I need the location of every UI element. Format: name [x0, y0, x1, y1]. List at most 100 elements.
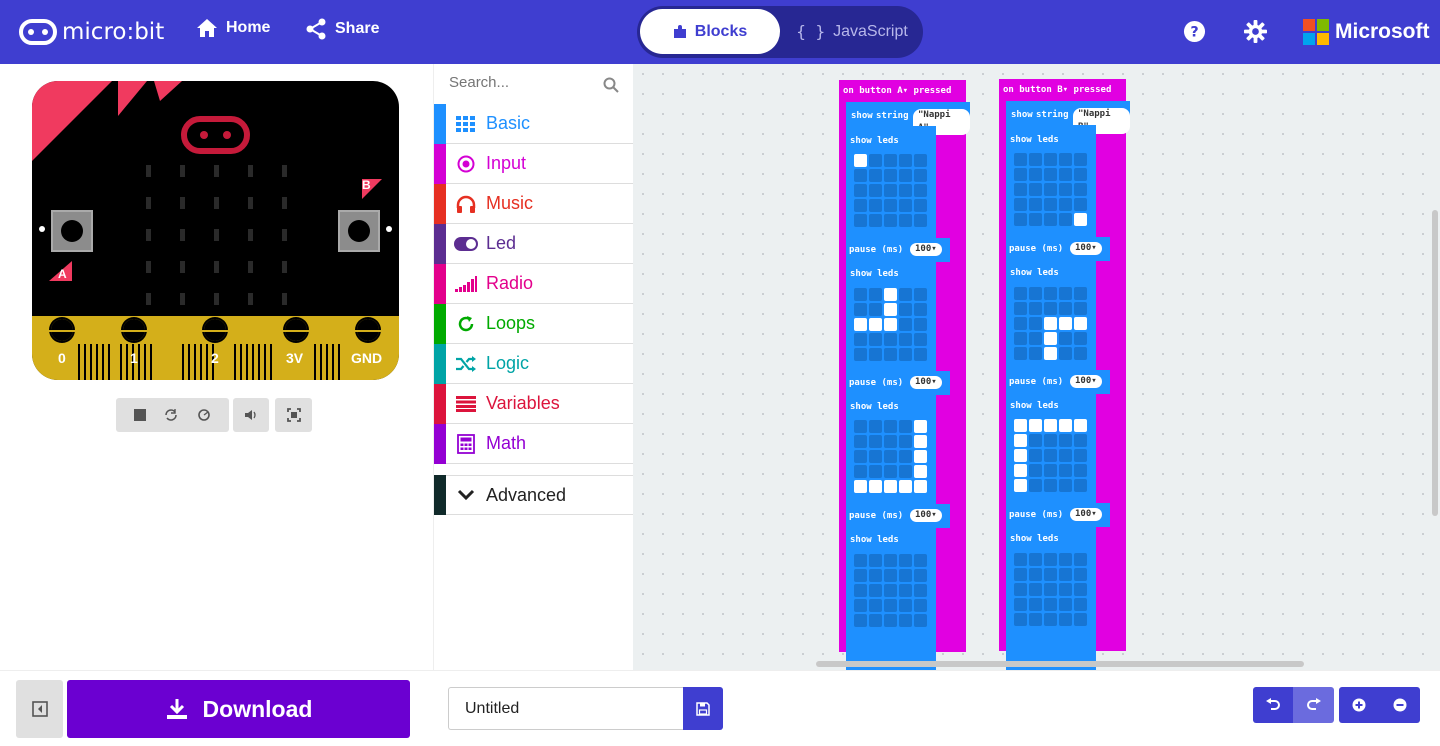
led-cell[interactable] [854, 303, 867, 316]
led-cell[interactable] [1014, 568, 1027, 581]
stop-icon[interactable] [133, 408, 147, 422]
led-cell[interactable] [1029, 598, 1042, 611]
led-cell[interactable] [1014, 198, 1027, 211]
pause-block[interactable]: pause (ms) 100▾ [846, 371, 950, 395]
collapse-simulator-button[interactable] [16, 680, 63, 738]
zoom-in-button[interactable] [1339, 687, 1379, 723]
led-cell[interactable] [914, 288, 927, 301]
led-cell[interactable] [899, 420, 912, 433]
led-cell[interactable] [884, 420, 897, 433]
led-grid[interactable] [854, 554, 927, 627]
led-cell[interactable] [1059, 317, 1072, 330]
led-cell[interactable] [1014, 287, 1027, 300]
led-cell[interactable] [1014, 613, 1027, 626]
led-cell[interactable] [1014, 419, 1027, 432]
led-cell[interactable] [1074, 449, 1087, 462]
led-cell[interactable] [1044, 332, 1057, 345]
led-cell[interactable] [854, 465, 867, 478]
led-cell[interactable] [1014, 332, 1027, 345]
led-cell[interactable] [1059, 583, 1072, 596]
led-cell[interactable] [899, 554, 912, 567]
led-cell[interactable] [1059, 183, 1072, 196]
led-grid[interactable] [854, 154, 927, 227]
led-cell[interactable] [854, 318, 867, 331]
led-cell[interactable] [1059, 302, 1072, 315]
led-cell[interactable] [1044, 613, 1057, 626]
led-cell[interactable] [1014, 464, 1027, 477]
led-grid[interactable] [854, 420, 927, 493]
led-cell[interactable] [914, 480, 927, 493]
led-cell[interactable] [854, 554, 867, 567]
fullscreen-button[interactable] [275, 398, 312, 432]
button-a[interactable] [51, 210, 93, 252]
led-cell[interactable] [899, 584, 912, 597]
led-cell[interactable] [1044, 598, 1057, 611]
pause-value[interactable]: 100▾ [1070, 242, 1102, 255]
led-cell[interactable] [869, 214, 882, 227]
led-cell[interactable] [854, 584, 867, 597]
led-cell[interactable] [884, 554, 897, 567]
led-cell[interactable] [1029, 168, 1042, 181]
led-cell[interactable] [1059, 479, 1072, 492]
led-cell[interactable] [1014, 213, 1027, 226]
led-cell[interactable] [1059, 434, 1072, 447]
microbit-logo[interactable]: micro:bit [18, 17, 164, 47]
category-logic[interactable]: Logic [434, 343, 633, 384]
led-cell[interactable] [869, 584, 882, 597]
led-cell[interactable] [884, 154, 897, 167]
category-input[interactable]: Input [434, 143, 633, 184]
led-cell[interactable] [1029, 464, 1042, 477]
led-cell[interactable] [899, 333, 912, 346]
led-cell[interactable] [854, 599, 867, 612]
led-cell[interactable] [854, 214, 867, 227]
led-cell[interactable] [1014, 598, 1027, 611]
led-cell[interactable] [1074, 568, 1087, 581]
pause-block[interactable]: pause (ms) 100▾ [846, 238, 950, 262]
led-cell[interactable] [1074, 583, 1087, 596]
led-cell[interactable] [1014, 553, 1027, 566]
pause-block[interactable]: pause (ms) 100▾ [846, 504, 950, 528]
led-cell[interactable] [1059, 464, 1072, 477]
led-cell[interactable] [869, 154, 882, 167]
led-cell[interactable] [869, 435, 882, 448]
led-cell[interactable] [899, 569, 912, 582]
led-cell[interactable] [1074, 419, 1087, 432]
led-cell[interactable] [854, 154, 867, 167]
led-cell[interactable] [1074, 302, 1087, 315]
led-cell[interactable] [854, 333, 867, 346]
pause-value[interactable]: 100▾ [1070, 508, 1102, 521]
led-cell[interactable] [1044, 434, 1057, 447]
save-button[interactable] [683, 687, 723, 730]
led-cell[interactable] [899, 435, 912, 448]
led-cell[interactable] [1014, 347, 1027, 360]
mute-button[interactable] [233, 398, 269, 432]
share-button[interactable]: Share [305, 18, 379, 40]
led-cell[interactable] [869, 303, 882, 316]
led-cell[interactable] [854, 435, 867, 448]
led-cell[interactable] [899, 199, 912, 212]
blocks-tab[interactable]: Blocks [640, 9, 780, 54]
led-cell[interactable] [1059, 198, 1072, 211]
led-cell[interactable] [1014, 168, 1027, 181]
button-dropdown[interactable]: B▾ [1057, 85, 1068, 95]
led-cell[interactable] [1029, 449, 1042, 462]
category-music[interactable]: Music [434, 183, 633, 224]
led-cell[interactable] [1044, 183, 1057, 196]
led-cell[interactable] [1074, 153, 1087, 166]
led-cell[interactable] [899, 303, 912, 316]
led-cell[interactable] [899, 184, 912, 197]
led-cell[interactable] [899, 318, 912, 331]
led-cell[interactable] [1059, 213, 1072, 226]
led-cell[interactable] [884, 333, 897, 346]
led-cell[interactable] [1059, 332, 1072, 345]
led-cell[interactable] [1059, 568, 1072, 581]
led-cell[interactable] [884, 199, 897, 212]
search-input[interactable] [449, 74, 599, 91]
led-cell[interactable] [884, 214, 897, 227]
zoom-out-button[interactable] [1379, 687, 1420, 723]
button-dropdown[interactable]: A▾ [897, 86, 908, 96]
pause-block[interactable]: pause (ms) 100▾ [1006, 237, 1110, 261]
led-cell[interactable] [1044, 464, 1057, 477]
led-cell[interactable] [1074, 479, 1087, 492]
led-grid[interactable] [854, 288, 927, 361]
